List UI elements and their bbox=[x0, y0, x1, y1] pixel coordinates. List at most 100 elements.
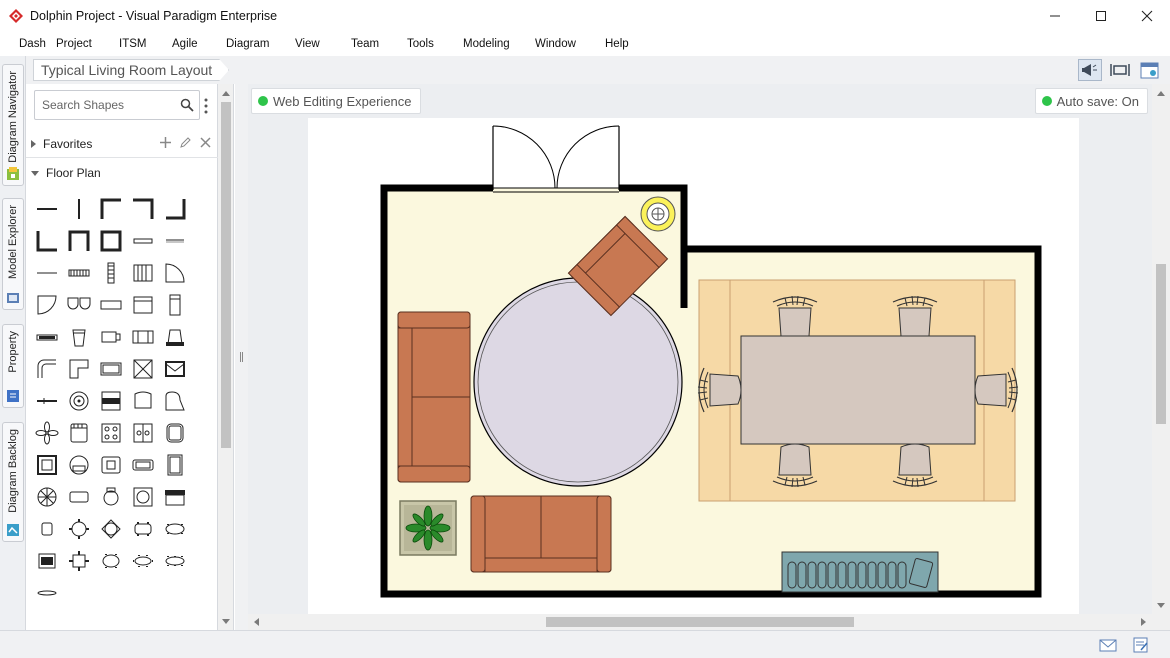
floor-plan-shape[interactable] bbox=[130, 548, 156, 574]
scroll-thumb[interactable] bbox=[221, 102, 231, 448]
floor-plan-shape[interactable] bbox=[66, 324, 92, 350]
canvas-horizontal-scrollbar[interactable] bbox=[248, 614, 1152, 630]
diagram-properties-button[interactable] bbox=[1138, 59, 1162, 81]
floor-plan-shape[interactable] bbox=[162, 324, 188, 350]
floor-plan-shape[interactable] bbox=[34, 452, 60, 478]
panel-splitter[interactable] bbox=[235, 84, 248, 630]
floor-plan-shape[interactable] bbox=[162, 484, 188, 510]
radiator[interactable] bbox=[781, 551, 939, 593]
floor-plan-shape[interactable] bbox=[34, 292, 60, 318]
menu-help[interactable]: Help bbox=[605, 38, 655, 50]
floor-plan-shape[interactable] bbox=[130, 484, 156, 510]
minimize-button[interactable] bbox=[1032, 0, 1078, 32]
floor-plan-shape[interactable] bbox=[98, 420, 124, 446]
presentation-button[interactable] bbox=[1078, 59, 1102, 81]
floor-plan-shape[interactable] bbox=[34, 324, 60, 350]
floor-plan-shape[interactable] bbox=[98, 228, 124, 254]
floor-plan-shape[interactable] bbox=[162, 260, 188, 286]
auto-save-badge[interactable]: Auto save: On bbox=[1034, 88, 1148, 114]
menu-team[interactable]: Team bbox=[351, 38, 407, 50]
floor-plan-shape[interactable] bbox=[66, 356, 92, 382]
double-door[interactable] bbox=[492, 125, 620, 193]
menu-view[interactable]: View bbox=[295, 38, 351, 50]
floor-plan-shape[interactable] bbox=[162, 548, 188, 574]
scroll-down-icon[interactable] bbox=[1157, 603, 1165, 608]
floor-plan-shape[interactable] bbox=[98, 484, 124, 510]
floor-plan-shape[interactable] bbox=[130, 452, 156, 478]
floor-plan-shape[interactable] bbox=[162, 196, 188, 222]
more-options-icon[interactable] bbox=[204, 98, 208, 114]
floor-plan-shape[interactable] bbox=[98, 548, 124, 574]
floor-plan-shape[interactable] bbox=[130, 292, 156, 318]
section-floor-plan[interactable]: Floor Plan bbox=[26, 159, 218, 187]
floor-plan-shape[interactable] bbox=[34, 580, 60, 606]
floor-plan-shape[interactable] bbox=[130, 260, 156, 286]
floor-plan-shape[interactable] bbox=[98, 388, 124, 414]
floor-plan-shape[interactable] bbox=[34, 356, 60, 382]
sofa-bottom[interactable] bbox=[470, 495, 612, 573]
tab-model-explorer[interactable]: Model Explorer bbox=[2, 198, 24, 310]
floor-plan-shape[interactable] bbox=[66, 484, 92, 510]
floor-plan-shape[interactable] bbox=[34, 516, 60, 542]
scroll-thumb[interactable] bbox=[546, 617, 854, 627]
floor-plan-shape[interactable] bbox=[34, 260, 60, 286]
notes-icon[interactable] bbox=[1132, 637, 1150, 653]
floor-plan-shape[interactable] bbox=[98, 516, 124, 542]
floor-plan-shape[interactable] bbox=[98, 196, 124, 222]
floor-plan-shape[interactable] bbox=[98, 260, 124, 286]
breadcrumb[interactable]: Typical Living Room Layout bbox=[33, 59, 229, 81]
floor-plan-shape[interactable] bbox=[98, 356, 124, 382]
floor-plan-shape[interactable] bbox=[130, 196, 156, 222]
search-icon[interactable] bbox=[180, 98, 194, 112]
floor-plan-shape[interactable] bbox=[162, 420, 188, 446]
floor-plan-shape[interactable] bbox=[162, 452, 188, 478]
scroll-up-icon[interactable] bbox=[1157, 91, 1165, 96]
dining-table[interactable] bbox=[740, 335, 976, 445]
remove-icon[interactable] bbox=[199, 136, 212, 149]
scroll-down-icon[interactable] bbox=[222, 619, 230, 624]
ceiling-light[interactable] bbox=[640, 196, 676, 232]
fit-to-window-button[interactable] bbox=[1108, 59, 1132, 81]
floor-plan-shape[interactable] bbox=[98, 292, 124, 318]
floor-plan-shape[interactable] bbox=[162, 356, 188, 382]
web-editing-badge[interactable]: Web Editing Experience bbox=[251, 88, 421, 114]
menu-diagram[interactable]: Diagram bbox=[226, 38, 295, 50]
floor-plan-shape[interactable] bbox=[34, 196, 60, 222]
close-button[interactable] bbox=[1124, 0, 1170, 32]
diagram-canvas[interactable]: Web Editing Experience Auto save: On bbox=[248, 84, 1152, 614]
shapes-panel-scrollbar[interactable] bbox=[218, 84, 234, 630]
menu-project[interactable]: Project bbox=[56, 38, 119, 50]
scroll-left-icon[interactable] bbox=[254, 618, 259, 626]
floor-plan-shape[interactable] bbox=[66, 516, 92, 542]
floor-plan-shape[interactable] bbox=[130, 228, 156, 254]
floor-plan-shape[interactable] bbox=[162, 388, 188, 414]
scroll-right-icon[interactable] bbox=[1141, 618, 1146, 626]
floor-plan-shape[interactable] bbox=[130, 356, 156, 382]
floor-plan-shape[interactable] bbox=[130, 324, 156, 350]
floor-plan-shape[interactable] bbox=[130, 388, 156, 414]
floor-plan-shape[interactable] bbox=[162, 516, 188, 542]
search-shapes-input[interactable] bbox=[35, 91, 175, 119]
round-rug[interactable] bbox=[473, 277, 683, 487]
menu-agile[interactable]: Agile bbox=[172, 38, 226, 50]
menu-tools[interactable]: Tools bbox=[407, 38, 463, 50]
floor-plan-shape[interactable] bbox=[34, 548, 60, 574]
floor-plan-shape[interactable] bbox=[66, 292, 92, 318]
floor-plan-shape[interactable] bbox=[130, 420, 156, 446]
section-favorites[interactable]: Favorites bbox=[26, 130, 218, 158]
menu-window[interactable]: Window bbox=[535, 38, 605, 50]
add-icon[interactable] bbox=[159, 136, 172, 149]
floor-plan-shape[interactable] bbox=[66, 420, 92, 446]
scroll-thumb[interactable] bbox=[1156, 264, 1166, 424]
sofa-left[interactable] bbox=[397, 311, 471, 483]
tab-diagram-backlog[interactable]: Diagram Backlog bbox=[2, 422, 24, 542]
floor-plan-shape[interactable] bbox=[162, 228, 188, 254]
canvas-vertical-scrollbar[interactable] bbox=[1152, 84, 1170, 614]
floor-plan-shape[interactable] bbox=[162, 292, 188, 318]
floor-plan-shape[interactable] bbox=[34, 388, 60, 414]
floor-plan-shape[interactable] bbox=[34, 420, 60, 446]
floor-plan-shape[interactable] bbox=[34, 228, 60, 254]
floor-plan-shape[interactable] bbox=[98, 452, 124, 478]
splitter-grip[interactable] bbox=[240, 352, 243, 362]
floor-plan-shape[interactable] bbox=[130, 516, 156, 542]
